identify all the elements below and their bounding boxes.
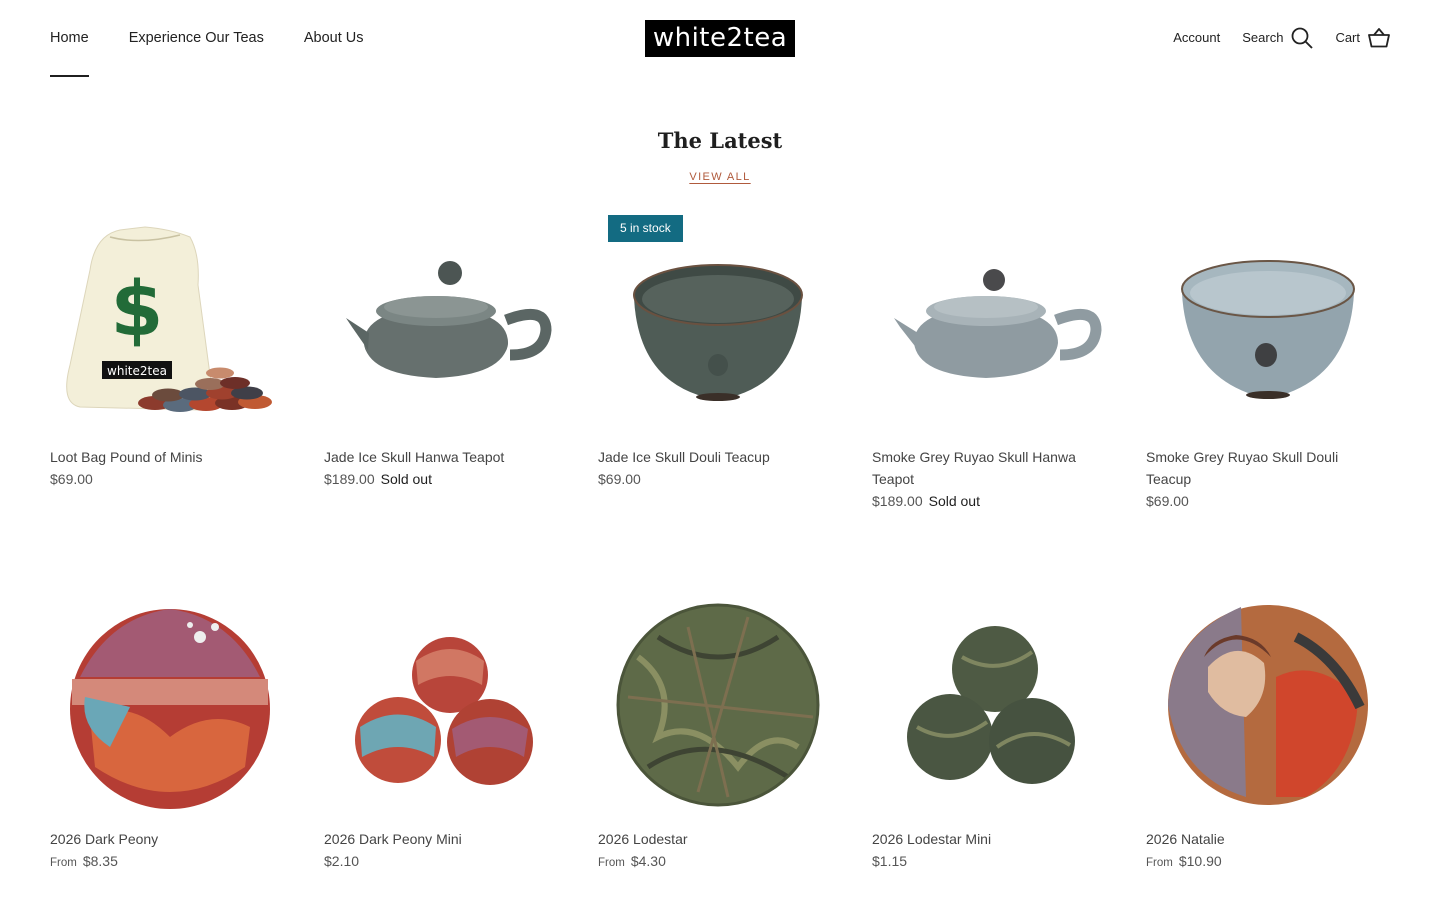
product-image-minis-peony[interactable] — [324, 597, 564, 822]
price-from-label: From — [50, 857, 77, 869]
product-price-row: $2.10 — [324, 850, 564, 872]
section-title: The Latest — [657, 128, 783, 153]
search-label: Search — [1242, 30, 1284, 45]
product-price: $69.00 — [50, 471, 93, 487]
product-price-row: $1.15 — [872, 850, 1112, 872]
product-price-row: $189.00 Sold out — [872, 490, 1112, 512]
product-title[interactable]: 2026 Dark Peony Mini — [324, 828, 564, 850]
price-from-label: From — [598, 857, 625, 869]
view-all-wrapper: VIEW ALL — [0, 167, 1440, 185]
product-title[interactable]: Loot Bag Pound of Minis — [50, 446, 290, 468]
site-header: Home Experience Our Teas About Us white2… — [0, 0, 1440, 80]
product-image-cake-peony[interactable] — [50, 597, 290, 822]
product-card[interactable]: 5 in stock Jade Ice Skull Douli Teacup $… — [598, 215, 838, 490]
product-card[interactable]: 2026 Natalie From $10.90 — [1146, 597, 1386, 874]
product-card[interactable]: Smoke Grey Ruyao Skull Douli Teacup $69.… — [1146, 215, 1386, 512]
product-title[interactable]: Jade Ice Skull Douli Teacup — [598, 446, 838, 468]
product-title[interactable]: 2026 Lodestar — [598, 828, 838, 850]
stock-badge: 5 in stock — [608, 215, 683, 242]
account-label: Account — [1173, 30, 1221, 45]
product-price: $189.00 — [872, 493, 923, 509]
product-card[interactable]: $ white2tea Loot Bag Pound of Minis $69.… — [50, 215, 290, 490]
product-card[interactable]: 2026 Lodestar Mini $1.15 — [872, 597, 1112, 872]
cart-label: Cart — [1335, 30, 1360, 45]
product-image-loot-bag[interactable]: $ white2tea — [50, 215, 290, 440]
product-title[interactable]: 2026 Natalie — [1146, 828, 1386, 850]
product-price-row: $69.00 — [50, 468, 290, 490]
svg-text:$: $ — [111, 264, 164, 353]
main-nav: Home Experience Our Teas About Us — [50, 28, 364, 77]
basket-icon — [1368, 28, 1390, 48]
product-price: $4.30 — [630, 853, 666, 869]
product-title[interactable]: 2026 Dark Peony — [50, 828, 290, 850]
product-title-line: Teapot — [872, 471, 915, 487]
sold-out-label: Sold out — [380, 471, 432, 487]
product-image-cake-natalie[interactable] — [1146, 597, 1386, 822]
account-link[interactable]: Account — [1173, 26, 1220, 50]
product-image-cup-jade[interactable] — [598, 215, 838, 440]
search-icon — [1291, 27, 1314, 49]
nav-about-us[interactable]: About Us — [304, 28, 364, 48]
price-from-label: From — [1146, 857, 1173, 869]
product-price: $189.00 — [324, 471, 375, 487]
product-title[interactable]: Smoke Grey Ruyao Skull Douli Teacup — [1146, 446, 1386, 490]
cart-button[interactable]: Cart — [1335, 26, 1390, 50]
product-image-minis-lodestar[interactable] — [872, 597, 1112, 822]
product-price: $69.00 — [598, 471, 641, 487]
product-card[interactable]: Jade Ice Skull Hanwa Teapot $189.00 Sold … — [324, 215, 564, 490]
sold-out-label: Sold out — [928, 493, 980, 509]
product-price: $10.90 — [1178, 853, 1222, 869]
product-price: $2.10 — [324, 853, 360, 869]
product-title[interactable]: Smoke Grey Ruyao Skull Hanwa Teapot — [872, 446, 1112, 490]
product-price-row: $189.00 Sold out — [324, 468, 564, 490]
product-price-row: From $4.30 — [598, 850, 838, 874]
product-price: $69.00 — [1146, 493, 1189, 509]
product-image-cake-lodestar[interactable] — [598, 597, 838, 822]
product-price: $8.35 — [82, 853, 118, 869]
utility-nav: Account Search Cart — [1173, 26, 1390, 50]
product-price-row: $69.00 — [598, 468, 838, 490]
product-title[interactable]: 2026 Lodestar Mini — [872, 828, 1112, 850]
product-card[interactable]: 2026 Lodestar From $4.30 — [598, 597, 838, 874]
nav-home[interactable]: Home — [50, 28, 89, 77]
product-price-row: From $10.90 — [1146, 850, 1386, 874]
product-title[interactable]: Jade Ice Skull Hanwa Teapot — [324, 446, 564, 468]
product-image-cup-grey[interactable] — [1146, 215, 1386, 440]
product-price: $1.15 — [872, 853, 908, 869]
svg-text:white2tea: white2tea — [107, 364, 167, 378]
search-button[interactable]: Search — [1242, 26, 1314, 50]
product-title-line: Smoke Grey Ruyao Skull Hanwa — [872, 449, 1076, 465]
product-image-teapot-grey[interactable] — [872, 215, 1112, 440]
product-image-teapot-jade[interactable] — [324, 215, 564, 440]
product-price-row: From $8.35 — [50, 850, 290, 874]
product-card[interactable]: 2026 Dark Peony Mini $2.10 — [324, 597, 564, 872]
view-all-link[interactable]: VIEW ALL — [689, 171, 750, 183]
nav-experience-our-teas[interactable]: Experience Our Teas — [129, 28, 264, 48]
site-logo[interactable]: white2tea — [645, 20, 795, 57]
product-price-row: $69.00 — [1146, 490, 1386, 512]
product-card[interactable]: Smoke Grey Ruyao Skull Hanwa Teapot $189… — [872, 215, 1112, 512]
product-card[interactable]: 2026 Dark Peony From $8.35 — [50, 597, 290, 874]
